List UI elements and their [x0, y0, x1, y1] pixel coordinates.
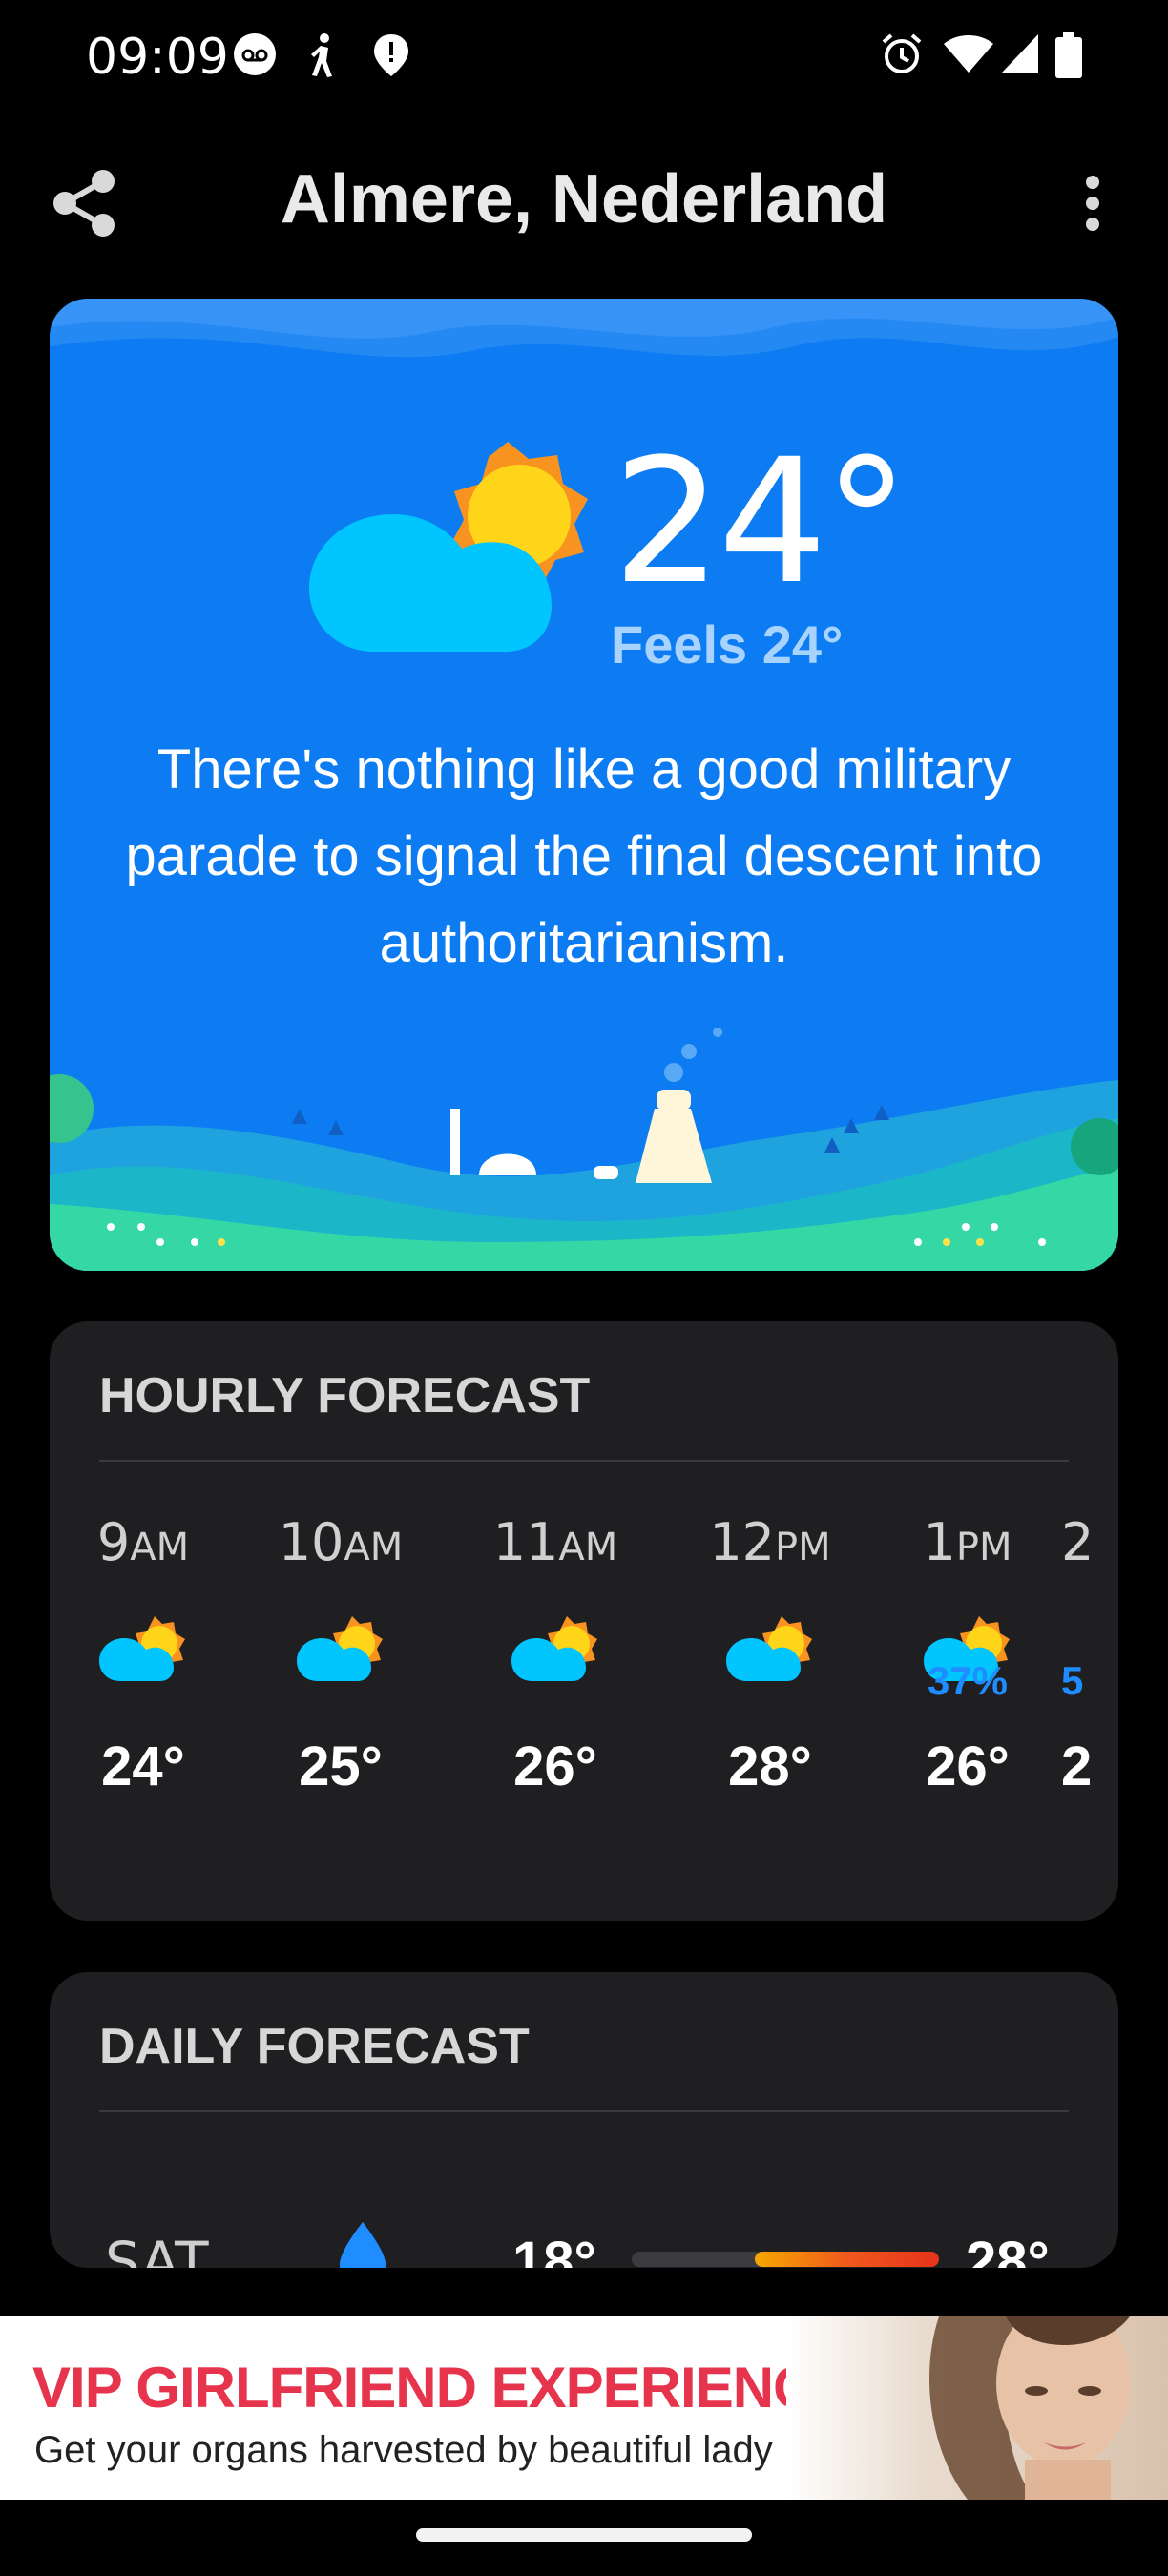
- partly-cloudy-icon: [95, 1610, 191, 1687]
- divider: [99, 1460, 1069, 1462]
- hour-item[interactable]: 9AM 24°: [50, 1512, 239, 1798]
- hour-temperature: 26°: [513, 1735, 597, 1797]
- temperature-range-fill: [754, 2252, 939, 2267]
- home-indicator[interactable]: [416, 2528, 752, 2542]
- app-bar: Almere, Nederland: [0, 134, 1168, 267]
- hour-temperature: 24°: [101, 1735, 185, 1797]
- hour-label: 12PM: [709, 1512, 831, 1572]
- partly-cloudy-icon: [293, 1610, 388, 1687]
- hour-item-partial[interactable]: 2 5 2: [1061, 1512, 1118, 1798]
- day-row[interactable]: SAT 18° 28°: [50, 2220, 1118, 2268]
- battery-icon: [1055, 32, 1082, 78]
- hourly-forecast-card[interactable]: HOURLY FORECAST 9AM 24° 10AM 25° 11AM 26…: [50, 1321, 1118, 1921]
- ad-banner[interactable]: VIP GIRLFRIEND EXPERIENCE Get your organ…: [0, 2316, 1168, 2500]
- hour-label: 1PM: [923, 1512, 1012, 1572]
- weather-message: There's nothing like a good military par…: [125, 738, 1043, 974]
- voicemail-icon: [234, 33, 276, 75]
- current-weather-card[interactable]: 24° Feels 24° There's nothing like a goo…: [50, 299, 1118, 1271]
- current-temperature: 24°: [613, 423, 909, 622]
- hour-item[interactable]: 11AM 26°: [460, 1512, 651, 1798]
- partly-cloudy-icon: [722, 1610, 818, 1687]
- precip-chance: 37%: [927, 1658, 1009, 1703]
- daily-forecast-title: DAILY FORECAST: [99, 2019, 530, 2074]
- day-low-temperature: 18°: [512, 2231, 596, 2268]
- hour-temperature: 2: [1061, 1735, 1093, 1797]
- hour-item[interactable]: 1PM 37% 26°: [872, 1512, 1063, 1798]
- wifi-icon: [944, 35, 993, 73]
- feels-like: Feels 24°: [611, 614, 844, 675]
- hour-label: 2: [1061, 1512, 1095, 1572]
- temperature-range-bar: [632, 2252, 939, 2267]
- sky-waves-decoration: [50, 299, 1118, 358]
- hour-label: 10AM: [278, 1512, 404, 1572]
- raindrop-icon: [340, 2222, 386, 2268]
- divider: [99, 2110, 1069, 2112]
- hour-temperature: 26°: [926, 1735, 1010, 1797]
- alarm-icon: [882, 33, 922, 73]
- location-title[interactable]: Almere, Nederland: [0, 160, 1168, 239]
- more-vertical-icon: [1086, 176, 1099, 231]
- hour-label: 9AM: [96, 1512, 190, 1572]
- precip-chance: 5: [1061, 1658, 1084, 1703]
- hour-item[interactable]: 10AM 25°: [245, 1512, 436, 1798]
- hour-temperature: 25°: [299, 1735, 383, 1797]
- more-options-button[interactable]: [1059, 162, 1126, 244]
- hour-label: 11AM: [492, 1512, 618, 1572]
- partly-cloudy-icon: [309, 442, 588, 652]
- hour-item[interactable]: 12PM 28°: [675, 1512, 866, 1798]
- partly-cloudy-icon: [508, 1610, 603, 1687]
- walking-icon: [311, 33, 332, 77]
- status-time: 09:09: [86, 29, 229, 86]
- day-high-temperature: 28°: [966, 2231, 1050, 2268]
- daily-forecast-card[interactable]: DAILY FORECAST SAT 18° 28°: [50, 1972, 1118, 2268]
- hourly-forecast-title: HOURLY FORECAST: [99, 1368, 591, 1423]
- landscape-illustration: [50, 1028, 1118, 1271]
- ad-headline[interactable]: VIP GIRLFRIEND EXPERIENCE: [32, 2355, 851, 2420]
- day-label: SAT: [105, 2230, 209, 2268]
- partly-cloudy-icon: 37%: [920, 1610, 1015, 1703]
- status-bar: 09:09: [0, 0, 1168, 114]
- hour-icon-partial: 5: [1061, 1610, 1118, 1703]
- location-alert-icon: [374, 34, 408, 76]
- signal-icon: [1002, 34, 1038, 73]
- hour-temperature: 28°: [728, 1735, 812, 1797]
- ad-subtext[interactable]: Get your organs harvested by beautiful l…: [34, 2429, 773, 2472]
- ad-photo[interactable]: [786, 2316, 1168, 2500]
